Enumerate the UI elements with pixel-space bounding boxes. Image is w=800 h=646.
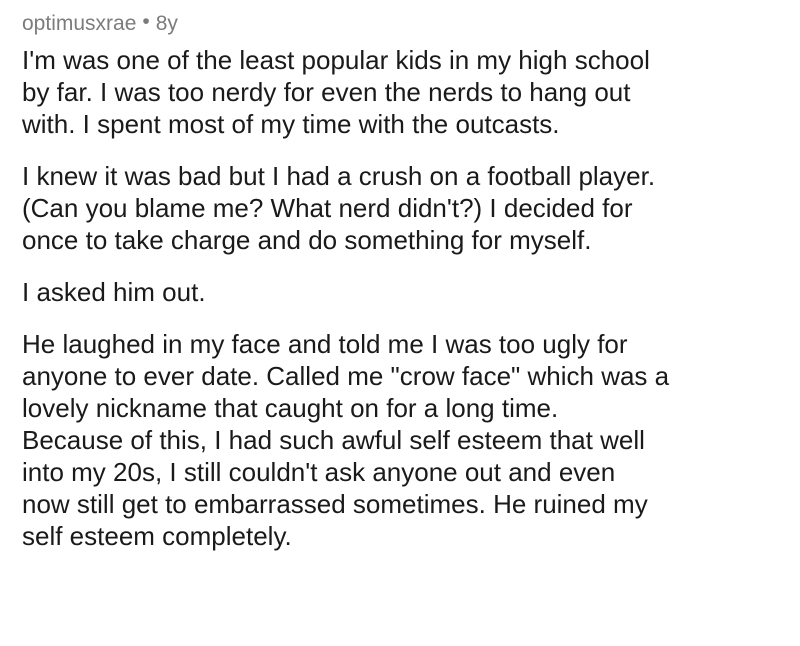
comment-paragraph: I asked him out. xyxy=(22,277,206,307)
comment-paragraph: He laughed in my face and told me I was … xyxy=(22,329,670,551)
comment-meta: optimusxrae • 8y xyxy=(22,10,792,44)
username-link[interactable]: optimusxrae xyxy=(22,12,136,35)
comment: optimusxrae • 8y I'm was one of the least … xyxy=(22,10,792,572)
comment-age: 8y xyxy=(155,12,178,35)
comment-body: I'm was one of the least popular kids in… xyxy=(22,44,792,552)
separator-dot: • xyxy=(142,10,150,33)
comment-paragraph: I knew it was bad but I had a crush on a… xyxy=(22,161,656,255)
comment-paragraph: I'm was one of the least popular kids in… xyxy=(22,45,650,139)
